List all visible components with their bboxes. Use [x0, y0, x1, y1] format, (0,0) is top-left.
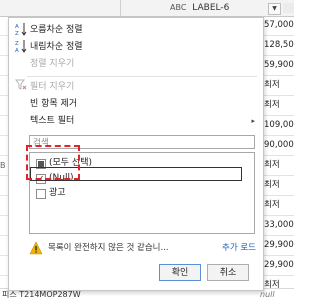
- grid-cell[interactable]: 109,000: [262, 116, 294, 136]
- sort-descending-label: 내림차순 정렬: [30, 42, 83, 52]
- grid-cell[interactable]: 최저: [262, 76, 294, 96]
- grid-cell[interactable]: 29,900: [262, 256, 294, 276]
- left-column-cells: B: [0, 16, 8, 296]
- grid-cell[interactable]: 90,000: [262, 136, 294, 156]
- grid-cell[interactable]: 57,000: [262, 16, 294, 36]
- grid-cell[interactable]: 최저: [262, 176, 294, 196]
- sort-ascending-item[interactable]: A Z 오름차순 정렬: [9, 22, 263, 39]
- grid-cell[interactable]: 33,000: [262, 216, 294, 236]
- column-header-label: LABEL-6: [192, 3, 230, 13]
- grid-cell[interactable]: [0, 196, 8, 216]
- grid-cell[interactable]: [0, 36, 8, 56]
- svg-text:Z: Z: [15, 41, 19, 47]
- grid-cell[interactable]: [0, 76, 8, 96]
- grid-cell[interactable]: [0, 16, 8, 36]
- svg-text:A: A: [15, 24, 19, 30]
- svg-text:A: A: [15, 48, 19, 53]
- ok-button[interactable]: 확인: [159, 264, 201, 281]
- text-filter-item[interactable]: 텍스트 필터 ▸: [9, 113, 263, 130]
- grid-cell[interactable]: 최저: [262, 196, 294, 216]
- menu-separator: [27, 76, 257, 77]
- ad-value-label: 광고: [49, 188, 66, 198]
- remove-empty-item[interactable]: 빈 항목 제거: [9, 96, 263, 113]
- chevron-down-icon[interactable]: ▼: [268, 3, 281, 15]
- load-more-link[interactable]: 추가 로드: [222, 241, 256, 255]
- grid-cell[interactable]: 29,900: [262, 236, 294, 256]
- column-header-label-6[interactable]: ABC LABEL-6: [170, 0, 262, 16]
- column-header-row: ABC LABEL-6 ▼: [0, 0, 294, 17]
- grid-cell[interactable]: [0, 236, 8, 256]
- filter-dropdown-panel: A Z 오름차순 정렬 Z A 내림차순 정렬 정렬 지우기 필터 지우기 빈 …: [8, 17, 264, 291]
- grid-cell[interactable]: 59,900: [262, 56, 294, 76]
- next-column-header[interactable]: [283, 3, 294, 13]
- clear-sort-item[interactable]: 정렬 지우기: [9, 56, 263, 73]
- clear-sort-label: 정렬 지우기: [30, 59, 75, 69]
- remove-empty-label: 빈 항목 제거: [30, 99, 78, 109]
- ad-checkbox[interactable]: [36, 189, 46, 199]
- warning-icon: [29, 241, 43, 255]
- clear-filter-label: 필터 지우기: [30, 82, 75, 92]
- grid-cell[interactable]: [0, 176, 8, 196]
- focus-outline: [30, 167, 242, 181]
- text-filter-label: 텍스트 필터: [30, 116, 75, 126]
- sort-ascending-label: 오름차순 정렬: [30, 25, 83, 35]
- clear-filter-item[interactable]: 필터 지우기: [9, 79, 263, 96]
- incomplete-list-warning: 목록이 완전하지 않은 것 같습니... 추가 로드: [29, 240, 259, 256]
- grid-cell[interactable]: 최저: [262, 96, 294, 116]
- sort-descending-item[interactable]: Z A 내림차순 정렬: [9, 39, 263, 56]
- grid-cell[interactable]: 128,500: [262, 36, 294, 56]
- text-type-icon[interactable]: ABC: [170, 3, 186, 12]
- grid-cell[interactable]: [0, 216, 8, 236]
- filter-values-list: (모두 선택) ✓ (Null) 광고: [29, 152, 255, 234]
- grid-cell[interactable]: [0, 56, 8, 76]
- submenu-arrow-icon: ▸: [251, 117, 255, 125]
- filter-search-input[interactable]: 검색: [29, 135, 255, 149]
- grid-cell[interactable]: [0, 96, 8, 116]
- column-header-left: [0, 0, 121, 16]
- warning-text: 목록이 완전하지 않은 것 같습니...: [48, 243, 169, 253]
- cancel-button[interactable]: 취소: [207, 264, 249, 281]
- grid-cell[interactable]: B: [0, 156, 8, 176]
- grid-cell[interactable]: [0, 116, 8, 136]
- svg-text:Z: Z: [15, 31, 19, 36]
- grid-cell[interactable]: [0, 256, 8, 276]
- grid-cell[interactable]: 최저: [262, 156, 294, 176]
- label-6-column-cells: 57,000 128,500 59,900 최저 최저 109,000 90,0…: [262, 16, 294, 296]
- grid-cell[interactable]: [0, 136, 8, 156]
